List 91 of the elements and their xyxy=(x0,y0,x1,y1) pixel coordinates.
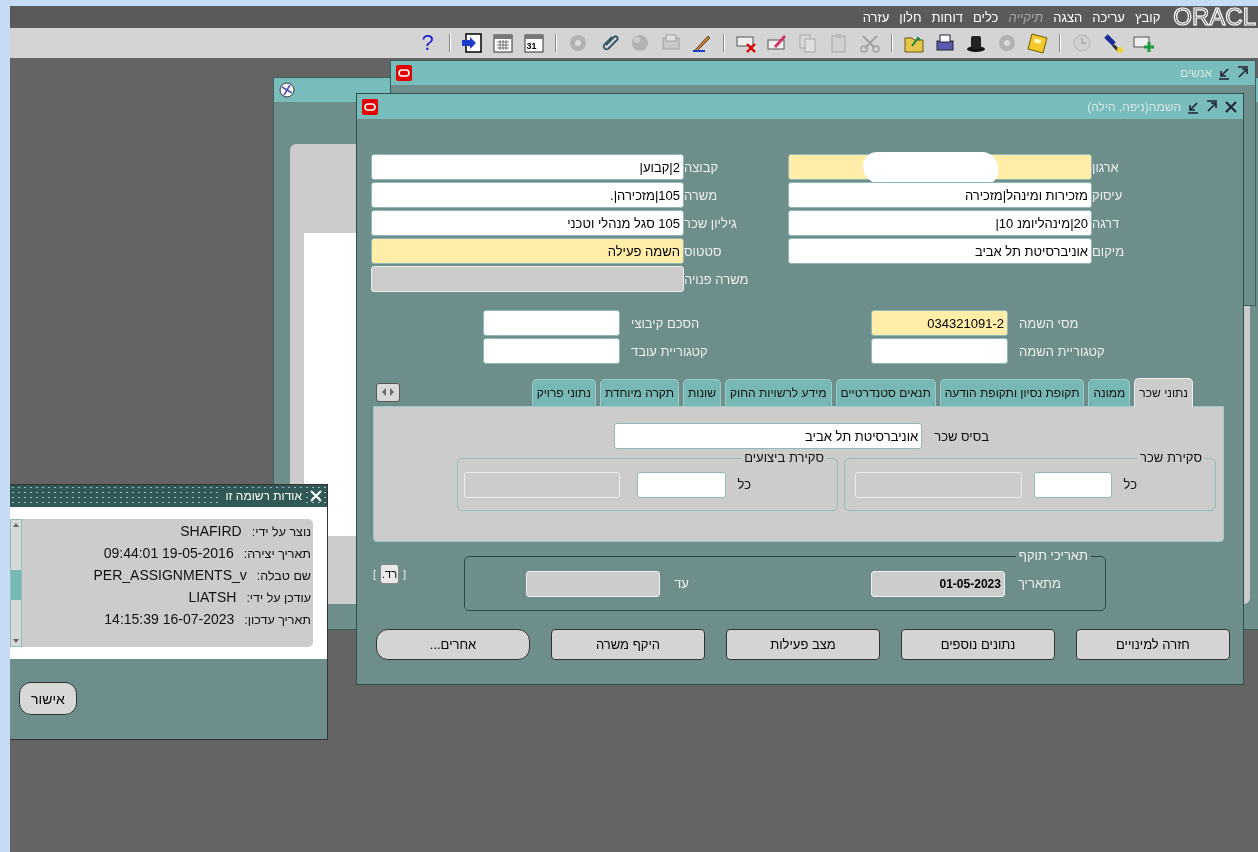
calendar-icon[interactable] xyxy=(490,31,515,55)
text-field[interactable] xyxy=(636,471,726,498)
text-field[interactable]: 2|קבוע| xyxy=(371,154,684,180)
menu-item[interactable]: קובץ xyxy=(1129,9,1166,25)
form-button[interactable]: היקף משרה xyxy=(551,629,705,660)
tab-scroll-button[interactable] xyxy=(376,382,400,402)
text-field[interactable]: 105|מזכירה|. xyxy=(371,182,684,208)
info-label: נוצר על ידי: xyxy=(251,525,311,539)
readonly-field[interactable] xyxy=(854,471,1022,498)
readonly-field[interactable] xyxy=(371,266,684,292)
info-value: 09:44:01 19-05-2016 xyxy=(103,545,234,561)
menu-item[interactable]: עזרה xyxy=(857,9,895,25)
scrollbar[interactable] xyxy=(10,519,22,647)
field-label: עיסוק xyxy=(1092,187,1124,203)
info-label: שם טבלה: xyxy=(256,569,311,583)
field-label: ארגון xyxy=(1092,159,1120,175)
field-label: קבוצה xyxy=(684,159,720,175)
window-icon xyxy=(396,65,412,81)
info-label: תאריך יצירה: xyxy=(243,547,311,561)
text-field[interactable] xyxy=(483,310,620,336)
minimize-icon[interactable] xyxy=(1186,99,1200,114)
field-label: גיליון שכר xyxy=(684,215,738,231)
tab[interactable]: נתוני פרויק xyxy=(531,379,596,406)
info-label: עודכן על ידי: xyxy=(246,591,311,605)
form-button[interactable]: מצב פעילות xyxy=(726,629,880,660)
window-title: השמה(ניפה, הילה) xyxy=(1087,99,1181,114)
date-field[interactable] xyxy=(526,570,661,597)
maximize-icon[interactable] xyxy=(1236,66,1250,80)
text-field[interactable]: מזכירות ומינהל|מזכירה xyxy=(788,182,1092,208)
info-value: LIATSH xyxy=(188,589,237,605)
record-indicator-button[interactable]: רד. xyxy=(380,564,400,584)
field-label: מתאריך xyxy=(1017,576,1061,591)
field-label: כל xyxy=(1123,477,1137,492)
tab[interactable]: ממונה xyxy=(1088,379,1131,406)
form-button[interactable]: נתונים נוספים xyxy=(901,629,1055,660)
field-label: כל xyxy=(737,477,751,492)
tab[interactable]: תקופת נסיון ותקופת הודעה xyxy=(939,379,1085,406)
field-label: משרה פנויה xyxy=(684,271,750,287)
readonly-field[interactable] xyxy=(463,471,620,498)
info-value: SHAFIRD xyxy=(180,523,242,539)
required-field[interactable]: 034321091-2 xyxy=(871,310,1008,336)
field-label: משרה xyxy=(684,187,719,203)
menu-item[interactable]: חלון xyxy=(894,9,927,25)
tab[interactable]: שונות xyxy=(683,379,721,406)
window-title: אנשים xyxy=(1180,66,1212,80)
field-label: מיקום xyxy=(1092,243,1126,259)
text-field[interactable] xyxy=(483,338,620,364)
tab[interactable]: נתוני שכר xyxy=(1134,378,1193,407)
info-value: 14:15:39 16-07-2023 xyxy=(104,611,235,627)
arrows-icon xyxy=(381,387,395,397)
info-value: PER_ASSIGNMENTS_v xyxy=(93,567,247,583)
text-field[interactable]: אוניברסיטת תל אביב xyxy=(614,423,923,449)
info-label: תאריך עדכון: xyxy=(244,613,311,627)
field-label: מסי השמה xyxy=(1018,315,1080,331)
field-label: קטגוריית השמה xyxy=(1018,343,1106,359)
menu-item[interactable]: הצגה xyxy=(1048,9,1088,25)
ok-button[interactable]: אישור xyxy=(19,682,77,715)
field-label: בסיס שכר xyxy=(934,428,989,444)
help-button[interactable]: ? xyxy=(415,31,440,55)
exit-icon[interactable] xyxy=(459,31,484,55)
text-field[interactable]: 105 סגל מנהלי וטכני xyxy=(371,210,684,236)
required-field[interactable]: השמה פעילה xyxy=(371,238,684,264)
field-label: הסכם קיבוצי xyxy=(630,315,701,331)
close-icon[interactable] xyxy=(1224,99,1238,114)
text-field[interactable] xyxy=(871,338,1008,364)
date-field[interactable]: 01-05-2023 xyxy=(870,570,1005,597)
dialog-title: אודות רשומה זו xyxy=(222,489,305,503)
bracket-text: [ xyxy=(373,568,377,580)
field-label: עד xyxy=(674,576,689,591)
text-field[interactable]: אוניברסיטת תל אביב xyxy=(788,238,1092,264)
save-icon[interactable] xyxy=(1025,31,1050,55)
field-label: קטגוריית עובד xyxy=(630,343,709,359)
field-label: דרגה xyxy=(1092,215,1121,231)
minimize-icon[interactable] xyxy=(1217,66,1231,80)
scrollbar-thumb[interactable] xyxy=(11,570,21,600)
tab[interactable]: תקרה מיוחדת xyxy=(599,379,679,406)
menu-item[interactable]: עריכה xyxy=(1087,9,1130,25)
bracket-text: ] xyxy=(403,568,407,580)
text-field[interactable]: 20|מינהליומנ 10| xyxy=(788,210,1092,236)
maximize-icon[interactable] xyxy=(1205,99,1219,114)
tab[interactable]: תנאים סטנדרטיים xyxy=(835,379,936,406)
form-button[interactable]: אחרים... xyxy=(376,629,530,660)
tab[interactable]: מידע לרשויות החוק xyxy=(724,379,832,406)
menu-item[interactable]: דוחות xyxy=(926,9,968,25)
calendar-icon[interactable]: 31 xyxy=(521,31,546,55)
window-icon xyxy=(362,98,378,115)
form-button[interactable]: חזרה למינויים xyxy=(1076,629,1230,660)
text-field[interactable] xyxy=(1033,471,1112,498)
field-label: סטטוס xyxy=(684,243,723,259)
menu-item[interactable]: כלים xyxy=(968,9,1004,25)
logo-text: ORACL xyxy=(1172,6,1256,28)
